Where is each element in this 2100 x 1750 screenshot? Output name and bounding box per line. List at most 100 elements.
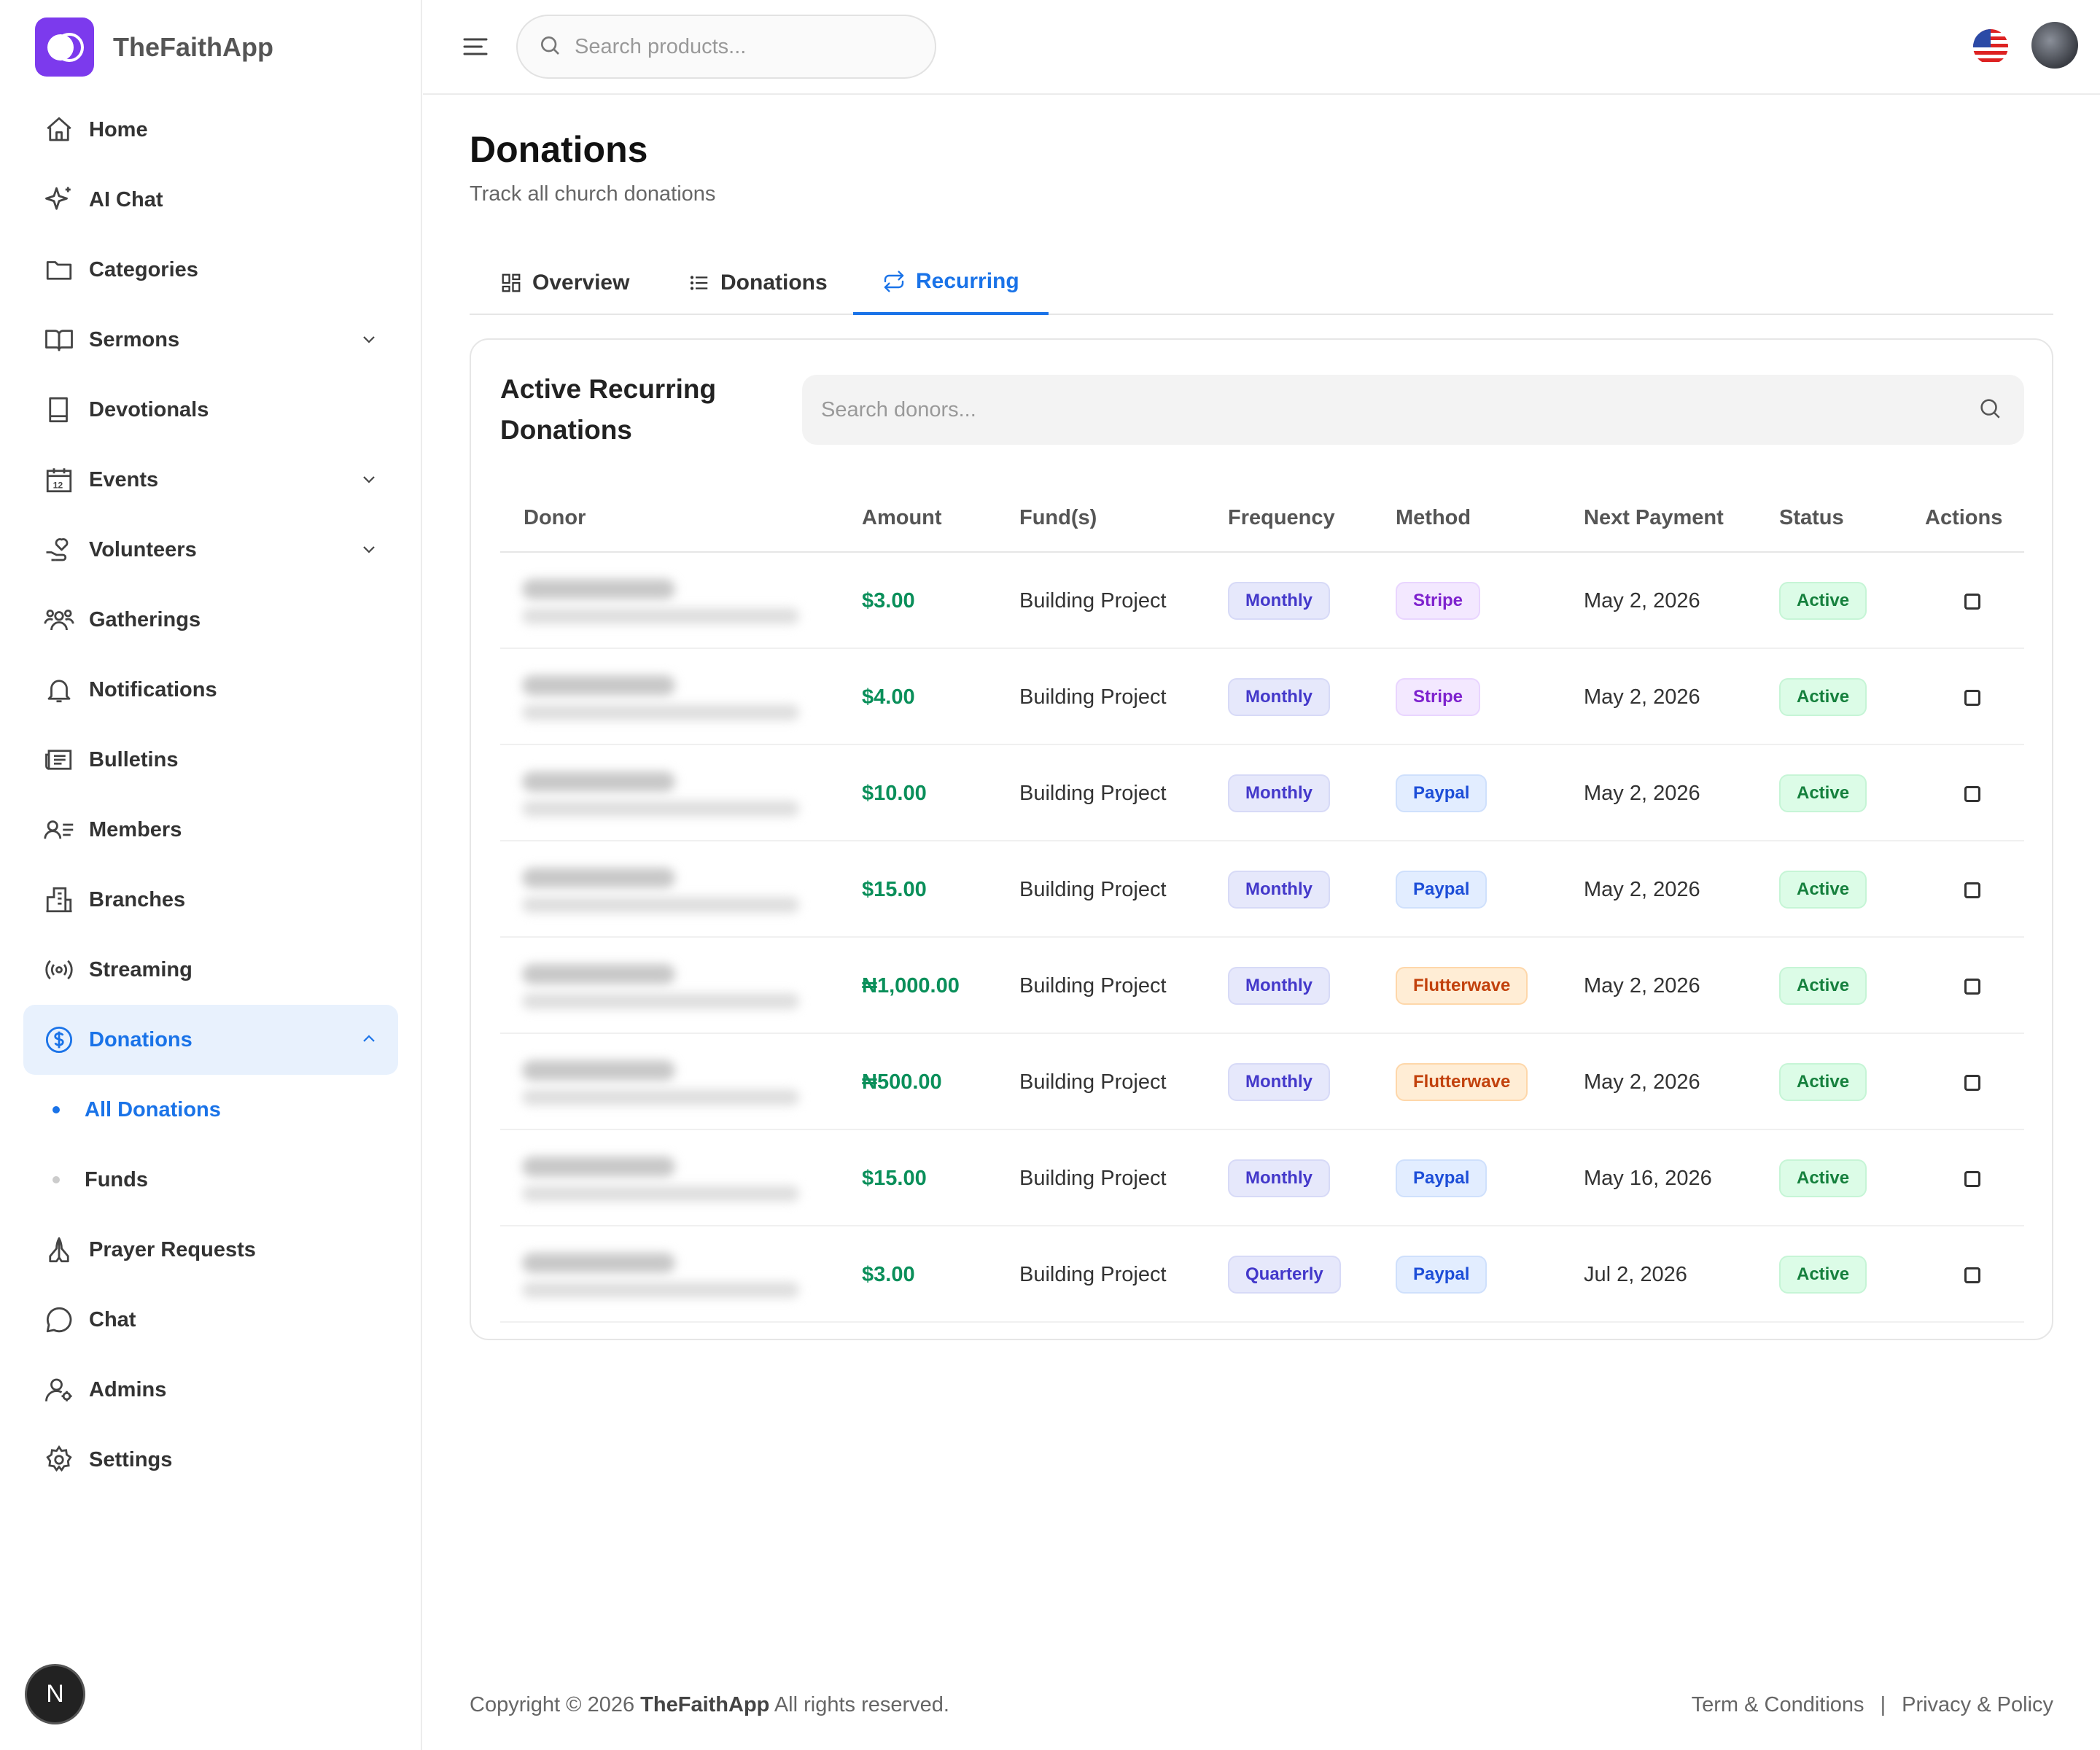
user-avatar[interactable] [2031,22,2078,69]
product-search[interactable] [516,15,936,79]
sidebar-item-branches[interactable]: Branches [23,865,398,935]
sidebar-item-label: Streaming [89,957,192,981]
chevron-up-icon[interactable] [360,1030,378,1054]
sidebar-item-members[interactable]: Members [23,795,398,865]
chevron-down-icon[interactable] [360,540,378,564]
table-row[interactable]: ₦500.00 Building Project Monthly Flutterwav… [500,1034,2024,1130]
amount-cell: ₦500.00 [862,1070,942,1094]
sidebar-item-bulletins[interactable]: Bulletins [23,725,398,795]
column-header[interactable]: Fund(s) [1019,506,1097,530]
column-header[interactable]: Frequency [1228,506,1335,530]
donor-blurred [522,868,814,919]
copyright-prefix: Copyright © 2026 [470,1693,635,1716]
book-open-icon [42,323,76,357]
donor-name-blur [522,675,675,696]
sidebar-item-label: Notifications [89,677,217,701]
table-header: Donor Amount Fund(s) Frequency Method Ne… [500,484,2024,553]
tab-overview[interactable]: Overview [500,251,629,315]
terms-link[interactable]: Term & Conditions [1692,1693,1864,1717]
donor-email-blur [522,897,799,913]
tab-label: Overview [532,271,630,295]
sidebar-item-ai-chat[interactable]: AI Chat [23,165,398,235]
status-badge: Active [1781,968,1866,1003]
privacy-link[interactable]: Privacy & Policy [1902,1693,2053,1717]
table-row[interactable]: $3.00 Building Project Quarterly Paypal Jul … [500,1226,2024,1323]
sidebar-item-label: Prayer Requests [89,1237,256,1261]
dev-badge[interactable]: N [27,1666,83,1722]
donor-blurred [522,1156,814,1208]
chevron-down-icon[interactable] [360,330,378,354]
column-header[interactable]: Donor [524,506,586,530]
column-header[interactable]: Method [1396,506,1471,530]
row-action-checkbox[interactable] [1964,786,1980,802]
sidebar-item-admins[interactable]: Admins [23,1355,398,1425]
us-flag-icon[interactable] [1972,28,2010,69]
search-input[interactable] [575,34,910,59]
next-payment-cell: May 2, 2026 [1584,782,1700,805]
sidebar-item-gatherings[interactable]: Gatherings [23,585,398,655]
row-action-checkbox[interactable] [1964,1075,1980,1091]
tab-label: Donations [720,271,828,295]
donor-blurred [522,964,814,1015]
tab-donations[interactable]: Donations [688,251,828,315]
row-action-checkbox[interactable] [1964,1267,1980,1283]
table-row[interactable]: $15.00 Building Project Monthly Paypal May 2… [500,841,2024,938]
method-badge: Flutterwave [1397,1065,1527,1100]
sidebar-item-sermons[interactable]: Sermons [23,305,398,375]
donor-name-blur [522,1060,675,1081]
donor-name-blur [522,579,675,599]
table-row[interactable]: $10.00 Building Project Monthly Paypal May 2… [500,745,2024,841]
sidebar-item-notifications[interactable]: Notifications [23,655,398,725]
chevron-down-icon[interactable] [360,470,378,494]
row-action-checkbox[interactable] [1964,594,1980,610]
sidebar-subitem-all-donations[interactable]: All Donations [23,1075,398,1145]
donor-search[interactable] [802,375,2024,445]
column-header[interactable]: Amount [862,506,942,530]
sidebar-item-label: Donations [89,1027,192,1051]
sidebar-item-donations[interactable]: Donations [23,1005,398,1075]
donor-search-input[interactable] [821,397,1978,422]
sidebar-item-events[interactable]: 12 Events [23,445,398,515]
sidebar-item-label: Branches [89,887,186,911]
sidebar-item-prayer-requests[interactable]: Prayer Requests [23,1215,398,1285]
row-action-checkbox[interactable] [1964,690,1980,706]
sidebar-item-home[interactable]: Home [23,95,398,165]
row-action-checkbox[interactable] [1964,1171,1980,1187]
tab-recurring[interactable]: Recurring [853,251,1049,315]
table-row[interactable]: $15.00 Building Project Monthly Paypal May 1… [500,1130,2024,1226]
sidebar-subitem-funds[interactable]: Funds [23,1145,398,1215]
frequency-badge: Monthly [1229,1161,1329,1196]
sidebar-item-label: Settings [89,1447,173,1471]
sidebar-item-chat[interactable]: Chat [23,1285,398,1355]
sidebar-item-categories[interactable]: Categories [23,235,398,305]
sidebar-item-devotionals[interactable]: Devotionals [23,375,398,445]
fund-cell: Building Project [1019,782,1167,805]
column-header[interactable]: Next Payment [1584,506,1724,530]
table-row[interactable]: $3.00 Building Project Monthly Stripe May 2,… [500,553,2024,649]
fund-cell: Building Project [1019,1263,1167,1286]
footer-links: Term & Conditions | Privacy & Policy [1692,1693,2053,1717]
fund-cell: Building Project [1019,1167,1167,1190]
building-icon [42,883,76,917]
column-header[interactable]: Status [1779,506,1844,530]
row-action-checkbox[interactable] [1964,882,1980,898]
app-logo[interactable]: TheFaithApp [35,18,273,77]
list-icon [688,272,710,294]
sidebar-item-label: Sermons [89,327,180,351]
page-subtitle: Track all church donations [470,182,716,206]
sidebar-item-label: Members [89,817,182,841]
donor-blurred [522,579,814,630]
sparkle-icon [42,183,76,217]
svg-text:12: 12 [53,480,63,490]
tab-label: Recurring [916,269,1019,293]
menu-toggle-icon[interactable] [461,32,490,65]
search-icon[interactable] [1978,396,2002,424]
table-row[interactable]: $4.00 Building Project Monthly Stripe May 2,… [500,649,2024,745]
donor-email-blur [522,704,799,720]
sidebar-item-settings[interactable]: Settings [23,1425,398,1495]
table-row[interactable]: ₦1,000.00 Building Project Monthly Flutterw… [500,938,2024,1034]
amount-cell: $15.00 [862,1167,927,1190]
sidebar-item-volunteers[interactable]: Volunteers [23,515,398,585]
sidebar-item-streaming[interactable]: Streaming [23,935,398,1005]
row-action-checkbox[interactable] [1964,979,1980,995]
